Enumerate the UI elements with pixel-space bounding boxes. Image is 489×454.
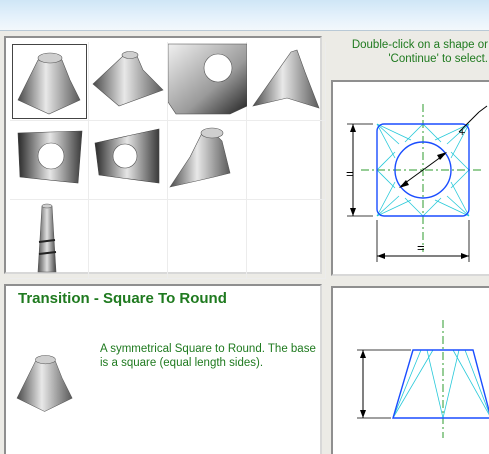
corner-cross-mark: + — [459, 127, 465, 139]
square-to-round-icon — [16, 355, 73, 412]
shape-tile-segmented-column[interactable] — [10, 200, 89, 279]
elevation-view-diagram — [331, 286, 489, 454]
shape-tile-rectangle-to-round[interactable] — [89, 42, 168, 121]
shape-title: Transition - Square To Round — [18, 290, 227, 307]
shape-tile-tapered-plate-with-hole[interactable] — [89, 121, 168, 200]
shape-picker-panel — [4, 36, 326, 279]
shape-description-panel: Transition - Square To Round A symmetric… — [4, 284, 322, 454]
square-to-round-plan-drawing: + — [347, 104, 488, 262]
shape-tile-empty — [247, 200, 326, 279]
shape-tile-empty — [247, 121, 326, 200]
shape-tile-square-to-round[interactable] — [10, 42, 89, 121]
shape-tile-empty — [89, 200, 168, 279]
bottom-equal-mark: = — [417, 240, 425, 255]
square-to-round-icon — [17, 52, 81, 115]
shape-tile-cone-transition[interactable] — [168, 121, 247, 200]
plan-view-diagram: + = = — [331, 80, 489, 276]
square-plate-hole-icon — [168, 43, 247, 115]
shape-description: A symmetrical Square to Round. The base … — [100, 343, 316, 369]
rectangle-to-round-icon — [92, 51, 164, 107]
window-title-bar — [0, 0, 489, 31]
elevation-fold-lines — [392, 349, 489, 419]
cone-transition-icon — [169, 127, 231, 188]
side-equal-mark: = — [346, 166, 354, 181]
instruction-hint: Double-click on a shape or 'Continue' to… — [328, 38, 488, 66]
hint-line-1: Double-click on a shape or — [351, 39, 488, 51]
rectangle-plate-hole-icon — [17, 130, 83, 184]
shape-tile-offset-transition[interactable] — [247, 42, 326, 121]
shape-tile-square-plate-with-hole[interactable] — [168, 42, 247, 121]
tapered-plate-hole-icon — [94, 128, 160, 184]
hint-line-2: 'Continue' to select. — [388, 53, 488, 65]
segmented-column-icon — [37, 203, 57, 273]
shape-tile-rectangle-plate-with-hole[interactable] — [10, 121, 89, 200]
square-to-round-elevation-drawing — [357, 320, 489, 438]
shape-tile-empty — [168, 200, 247, 279]
shape-grid — [6, 38, 326, 279]
offset-transition-icon — [252, 49, 320, 109]
